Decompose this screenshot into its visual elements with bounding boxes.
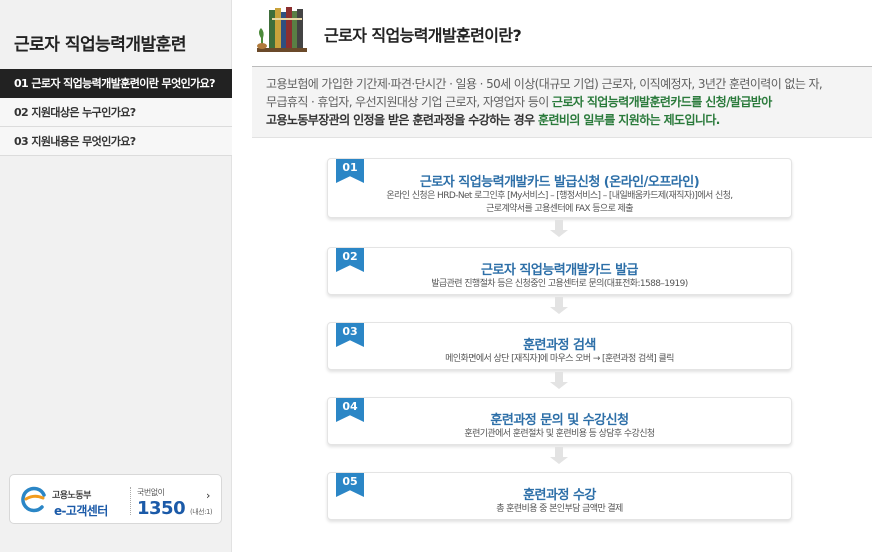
page-header: 근로자 직업능력개발훈련이란? [252, 0, 872, 60]
step-connector-arrow [550, 220, 568, 237]
sidebar-item-support-content[interactable]: 03 지원내용은 무엇인가요? [0, 127, 232, 156]
main-content: 근로자 직업능력개발훈련이란? 고용보험에 가입한 기간제·파견·단시간 · 일… [252, 0, 872, 552]
step-connector-arrow [550, 447, 568, 464]
sidebar-item-what-is-training[interactable]: 01 근로자 직업능력개발훈련이란 무엇인가요? [0, 69, 232, 98]
intro-box: 고용보험에 가입한 기간제·파견·단시간 · 일용 · 50세 이상(대규모 기… [252, 67, 872, 138]
books-icon [257, 7, 307, 52]
step-title: 훈련과정 검색 [523, 338, 596, 353]
page-title: 근로자 직업능력개발훈련이란? [324, 26, 522, 45]
step-description-2: 근로계약서를 고용센터에 FAX 등으로 제출 [486, 204, 633, 214]
banner-divider [130, 487, 131, 515]
step-card: 01 근로자 직업능력개발카드 발급신청 (온라인/오프라인) 온라인 신청은 … [327, 158, 792, 218]
banner-extension: (내선:1) [190, 508, 213, 516]
step-description: 총 훈련비용 중 본인부담 금액만 결제 [496, 504, 623, 514]
step-title: 근로자 직업능력개발카드 발급신청 (온라인/오프라인) [419, 175, 700, 190]
intro-line-3-text: 고용노동부장관의 인정을 받은 훈련과정을 수강하는 경우 [266, 113, 539, 127]
banner-center-label: e-고객센터 [54, 504, 108, 518]
step-description: 메인화면에서 상단 [재직자]에 마우스 오버 → [훈련과정 검색] 클릭 [445, 354, 674, 364]
e-logo-icon [21, 486, 46, 513]
sidebar-title: 근로자 직업능력개발훈련 [14, 35, 186, 55]
step-description: 발급관련 진행절차 등은 신청중인 고용센터로 문의(대표전화:1588–191… [431, 279, 688, 289]
intro-line-2: 무급휴직 · 휴업자, 우선지원대상 기업 근로자, 자영업자 등이 근로자 직… [266, 93, 862, 111]
banner-phone-number: 1350 [137, 498, 186, 519]
intro-line-3: 고용노동부장관의 인정을 받은 훈련과정을 수강하는 경우 훈련비의 일부를 지… [266, 111, 862, 129]
customer-center-banner[interactable]: 고용노동부 e-고객센터 국번없이 1350 (내선:1) › [9, 474, 222, 524]
intro-highlight-card: 근로자 직업능력개발훈련카드를 신청/발급받아 [551, 95, 772, 109]
step-card: 04 훈련과정 문의 및 수강신청 훈련기관에서 훈련절차 및 훈련비용 등 상… [327, 397, 792, 445]
step-description: 온라인 신청은 HRD-Net 로그인후 [My서비스] – [행정서비스] –… [386, 191, 733, 201]
banner-org-label: 고용노동부 [52, 491, 91, 501]
intro-highlight-support: 훈련비의 일부를 지원하는 제도입니다. [538, 113, 720, 127]
step-card: 05 훈련과정 수강 총 훈련비용 중 본인부담 금액만 결제 [327, 472, 792, 520]
step-card: 02 근로자 직업능력개발카드 발급 발급관련 진행절차 등은 신청중인 고용센… [327, 247, 792, 295]
chevron-right-icon: › [206, 489, 211, 502]
step-connector-arrow [550, 372, 568, 389]
intro-line-2-text: 무급휴직 · 휴업자, 우선지원대상 기업 근로자, 자영업자 등이 [266, 95, 552, 109]
sidebar: 근로자 직업능력개발훈련 01 근로자 직업능력개발훈련이란 무엇인가요? 02… [0, 0, 232, 552]
step-title: 훈련과정 수강 [523, 488, 596, 503]
sidebar-item-eligibility[interactable]: 02 지원대상은 누구인가요? [0, 98, 232, 127]
banner-toll-free-label: 국번없이 [137, 488, 165, 497]
step-card: 03 훈련과정 검색 메인화면에서 상단 [재직자]에 마우스 오버 → [훈련… [327, 322, 792, 370]
sidebar-menu: 01 근로자 직업능력개발훈련이란 무엇인가요? 02 지원대상은 누구인가요?… [0, 69, 232, 156]
step-title: 근로자 직업능력개발카드 발급 [480, 263, 639, 278]
step-connector-arrow [550, 297, 568, 314]
step-title: 훈련과정 문의 및 수강신청 [490, 413, 629, 428]
intro-line-1: 고용보험에 가입한 기간제·파견·단시간 · 일용 · 50세 이상(대규모 기… [266, 77, 823, 91]
step-description: 훈련기관에서 훈련절차 및 훈련비용 등 상담후 수강신청 [464, 429, 655, 439]
